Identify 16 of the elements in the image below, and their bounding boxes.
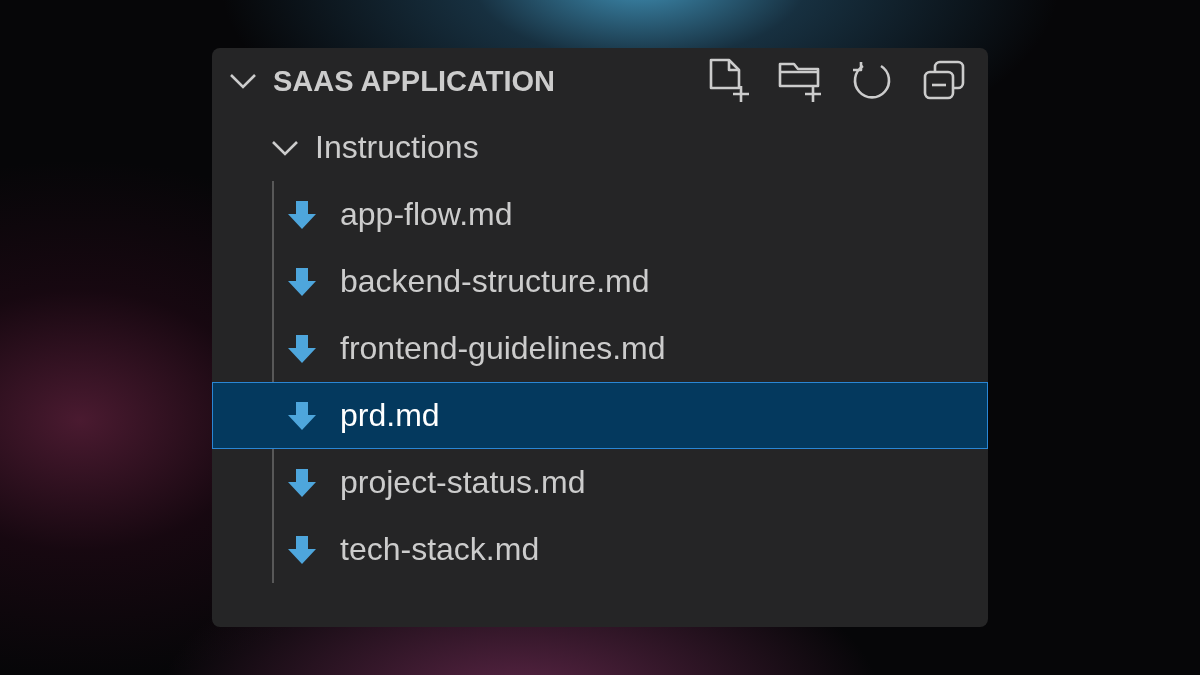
file-item[interactable]: project-status.md [212, 449, 988, 516]
down-arrow-icon [286, 265, 318, 298]
section-title[interactable]: SAAS APPLICATION [273, 64, 705, 98]
chevron-icon[interactable] [271, 139, 299, 156]
file-item[interactable]: frontend-guidelines.md [212, 315, 988, 382]
file-item[interactable]: tech-stack.md [212, 516, 988, 583]
down-arrow-icon [286, 533, 318, 566]
file-item[interactable]: app-flow.md [212, 181, 988, 248]
down-arrow-icon [286, 332, 318, 365]
folder-name[interactable]: Instructions [315, 129, 479, 166]
down-arrow-icon [286, 466, 318, 499]
down-arrow-icon [286, 399, 318, 432]
file-item[interactable]: prd.md [212, 382, 988, 449]
down-arrow-icon [286, 198, 318, 231]
chevron-icon[interactable] [229, 73, 257, 89]
file-item[interactable]: backend-structure.md [212, 248, 988, 315]
